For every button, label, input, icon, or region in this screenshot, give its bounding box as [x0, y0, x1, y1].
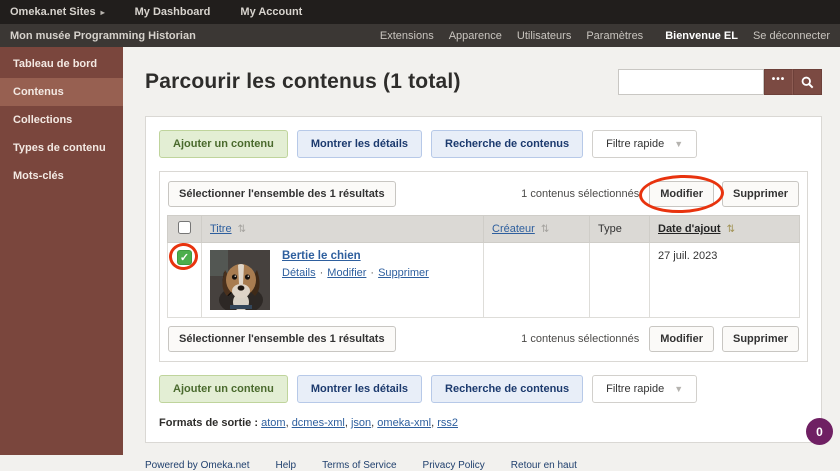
footer-powered-by-link[interactable]: Powered by Omeka.net — [145, 460, 250, 471]
selected-count-text: 1 contenus sélectionnés — [521, 333, 639, 345]
search-submit-button[interactable] — [793, 69, 822, 95]
add-item-button[interactable]: Ajouter un contenu — [159, 375, 288, 403]
sort-icon[interactable]: ⇅ — [541, 224, 549, 235]
footer-privacy-link[interactable]: Privacy Policy — [423, 460, 485, 471]
batch-bar-top: Sélectionner l'ensemble des 1 résultats … — [167, 178, 800, 210]
nav-omeka-sites[interactable]: Omeka.net Sites ▸ — [10, 6, 105, 18]
item-title-link[interactable]: Bertie le chien — [282, 250, 361, 262]
output-formats: Formats de sortie : atom, dcmes-xml, jso… — [159, 417, 808, 429]
format-dcmes-xml-link[interactable]: dcmes-xml — [292, 417, 345, 429]
batch-delete-button[interactable]: Supprimer — [722, 326, 799, 352]
items-table: Titre ⇅ Créateur ⇅ Type Date d — [167, 215, 800, 318]
search-icon — [801, 76, 814, 89]
sidebar-item-collections[interactable]: Collections — [0, 106, 123, 134]
results-region: Sélectionner l'ensemble des 1 résultats … — [159, 171, 808, 362]
sort-by-title[interactable]: Titre — [210, 223, 232, 235]
table-header-row: Titre ⇅ Créateur ⇅ Type Date d — [168, 216, 800, 243]
action-buttons-top: Ajouter un contenu Montrer les détails R… — [159, 130, 808, 158]
quick-filter-label: Filtre rapide — [606, 383, 664, 395]
sidebar: Tableau de bord Contenus Collections Typ… — [0, 47, 123, 455]
batch-delete-button[interactable]: Supprimer — [722, 181, 799, 207]
item-edit-link[interactable]: Modifier — [327, 267, 366, 279]
notification-badge[interactable]: 0 — [806, 418, 833, 445]
selected-count-text: 1 contenus sélectionnés — [521, 188, 639, 200]
row-checkbox-checked[interactable]: ✓ — [177, 250, 192, 265]
add-item-button[interactable]: Ajouter un contenu — [159, 130, 288, 158]
search-options-button[interactable]: ••• — [764, 69, 793, 95]
site-name[interactable]: Mon musée Programming Historian — [10, 30, 196, 42]
nav-extensions[interactable]: Extensions — [380, 30, 434, 42]
page-footer: Powered by Omeka.net Help Terms of Servi… — [145, 460, 822, 471]
batch-bar-bottom: Sélectionner l'ensemble des 1 résultats … — [167, 323, 800, 355]
batch-edit-button[interactable]: Modifier — [649, 326, 714, 352]
quick-filter-label: Filtre rapide — [606, 138, 664, 150]
sidebar-item-types-de-contenu[interactable]: Types de contenu — [0, 134, 123, 162]
welcome-user: Bienvenue EL — [665, 30, 738, 42]
output-formats-label: Formats de sortie : — [159, 417, 258, 429]
sort-icon[interactable]: ⇅ — [238, 224, 246, 235]
search-items-button[interactable]: Recherche de contenus — [431, 130, 583, 158]
main-content: Parcourir les contenus (1 total) ••• Ajo… — [123, 47, 840, 455]
item-thumbnail-dog-photo[interactable] — [210, 250, 270, 310]
ellipsis-icon: ••• — [772, 74, 786, 85]
search-input[interactable] — [618, 69, 764, 95]
site-bar: Mon musée Programming Historian Extensio… — [0, 24, 840, 47]
nav-my-dashboard[interactable]: My Dashboard — [135, 6, 211, 18]
quick-filter-dropdown[interactable]: Filtre rapide ▼ — [592, 130, 697, 158]
select-all-checkbox[interactable] — [178, 221, 191, 234]
item-creator-cell — [484, 243, 590, 318]
nav-utilisateurs[interactable]: Utilisateurs — [517, 30, 571, 42]
sort-by-creator[interactable]: Créateur — [492, 223, 535, 235]
search-bar: ••• — [618, 69, 822, 95]
page-title: Parcourir les contenus (1 total) — [145, 70, 461, 94]
select-all-button[interactable]: Sélectionner l'ensemble des 1 résultats — [168, 181, 396, 207]
batch-edit-button[interactable]: Modifier — [649, 181, 714, 207]
footer-back-to-top-link[interactable]: Retour en haut — [511, 460, 577, 471]
sidebar-item-tableau-de-bord[interactable]: Tableau de bord — [0, 50, 123, 78]
format-atom-link[interactable]: atom — [261, 417, 285, 429]
nav-my-account[interactable]: My Account — [240, 6, 302, 18]
column-type-label: Type — [598, 223, 622, 235]
action-buttons-bottom: Ajouter un contenu Montrer les détails R… — [159, 375, 808, 403]
select-all-button[interactable]: Sélectionner l'ensemble des 1 résultats — [168, 326, 396, 352]
dot-separator: · — [320, 267, 324, 279]
table-row: ✓ — [168, 243, 800, 318]
browse-panel: Ajouter un contenu Montrer les détails R… — [145, 116, 822, 443]
submenu-caret-icon: ▸ — [101, 8, 105, 17]
sort-icon[interactable]: ⇅ — [727, 224, 735, 235]
format-rss2-link[interactable]: rss2 — [437, 417, 458, 429]
caret-down-icon: ▼ — [674, 384, 683, 394]
show-details-button[interactable]: Montrer les détails — [297, 375, 422, 403]
sort-by-date-added[interactable]: Date d'ajout — [658, 223, 721, 235]
item-type-cell — [590, 243, 650, 318]
dot-separator: · — [370, 267, 374, 279]
footer-help-link[interactable]: Help — [276, 460, 297, 471]
nav-parametres[interactable]: Paramètres — [586, 30, 643, 42]
sidebar-item-contenus[interactable]: Contenus — [0, 78, 123, 106]
item-details-link[interactable]: Détails — [282, 267, 316, 279]
format-omeka-xml-link[interactable]: omeka-xml — [377, 417, 431, 429]
item-delete-link[interactable]: Supprimer — [378, 267, 429, 279]
footer-terms-link[interactable]: Terms of Service — [322, 460, 396, 471]
nav-apparence[interactable]: Apparence — [449, 30, 502, 42]
search-items-button[interactable]: Recherche de contenus — [431, 375, 583, 403]
item-date-added-cell: 27 juil. 2023 — [650, 243, 800, 318]
nav-omeka-sites-label: Omeka.net Sites — [10, 6, 96, 18]
admin-top-bar: Omeka.net Sites ▸ My Dashboard My Accoun… — [0, 0, 840, 24]
sidebar-item-mots-cles[interactable]: Mots-clés — [0, 162, 123, 190]
quick-filter-dropdown[interactable]: Filtre rapide ▼ — [592, 375, 697, 403]
logout-link[interactable]: Se déconnecter — [753, 30, 830, 42]
format-json-link[interactable]: json — [351, 417, 371, 429]
caret-down-icon: ▼ — [674, 139, 683, 149]
show-details-button[interactable]: Montrer les détails — [297, 130, 422, 158]
